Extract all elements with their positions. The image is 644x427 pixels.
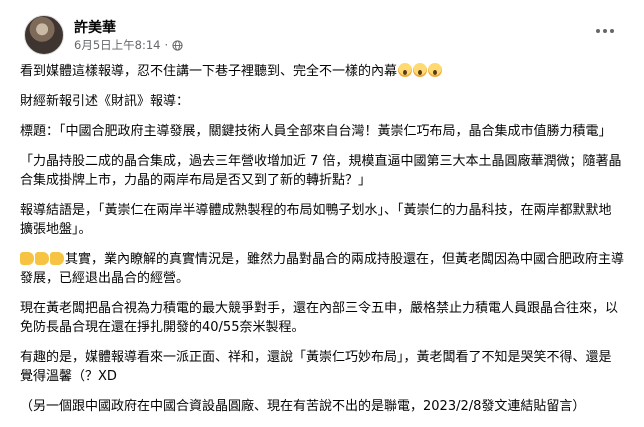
post-paragraph: 有趣的是，媒體報導看來一派正面、祥和，還說「黃崇仁巧妙布局」，黃老闆看了不知是哭… (20, 350, 612, 384)
pointing-hand-emoji (35, 252, 49, 265)
author-name[interactable]: 許美華 (74, 17, 116, 37)
more-options-icon[interactable] (590, 19, 620, 43)
post-paragraph: 現在黃老闆把晶合視為力積電的最大競爭對手，還在內部三令五申，嚴格禁止力積電人員跟… (20, 301, 619, 335)
facebook-post: 許美華 6月5日上午8:14 · 看到媒體這樣報導，忍不住講一下巷子裡聽到、完全… (0, 0, 644, 414)
post-paragraph: 報導結語是，「黃崇仁在兩岸半導體成熟製程的布局如鴨子划水」、「黃崇仁的力晶科技，… (20, 203, 612, 237)
astonished-face-emoji (428, 63, 443, 77)
post-meta: 6月5日上午8:14 · (74, 37, 183, 53)
post-timestamp[interactable]: 6月5日上午8:14 (74, 37, 160, 53)
astonished-face-emoji (413, 63, 428, 77)
post-header: 許美華 6月5日上午8:14 · (24, 15, 624, 55)
pointing-hand-emoji (20, 252, 34, 265)
meta-separator: · (164, 38, 169, 52)
post-paragraph: 標題：「中國合肥政府主導發展，關鍵技術人員全部來自台灣！黃崇仁巧布局，晶合集成市… (20, 124, 612, 139)
post-body: 看到媒體這樣報導，忍不住講一下巷子裡聽到、完全不一樣的內幕 財經新報引述《財訊》… (20, 62, 624, 427)
post-paragraph: （另一個跟中國政府在中國合資設晶圓廠、現在有苦說不出的是聯電，2023/2/8發… (20, 399, 586, 414)
astonished-face-emoji (398, 63, 413, 77)
pointing-hand-emoji (50, 252, 64, 265)
post-paragraph: 其實，業內瞭解的真實情況是，雖然力晶對晶合的兩成持股還在，但黃老闆因為中國合肥政… (20, 252, 625, 286)
author-avatar[interactable] (24, 15, 64, 55)
post-paragraph: 「力晶持股二成的晶合集成，過去三年營收增加近 7 倍，規模直逼中國第三大本土晶圓… (20, 154, 622, 188)
post-paragraph: 看到媒體這樣報導，忍不住講一下巷子裡聽到、完全不一樣的內幕 (20, 62, 624, 81)
globe-icon[interactable] (172, 39, 183, 51)
post-paragraph: 財經新報引述《財訊》報導： (20, 94, 190, 109)
